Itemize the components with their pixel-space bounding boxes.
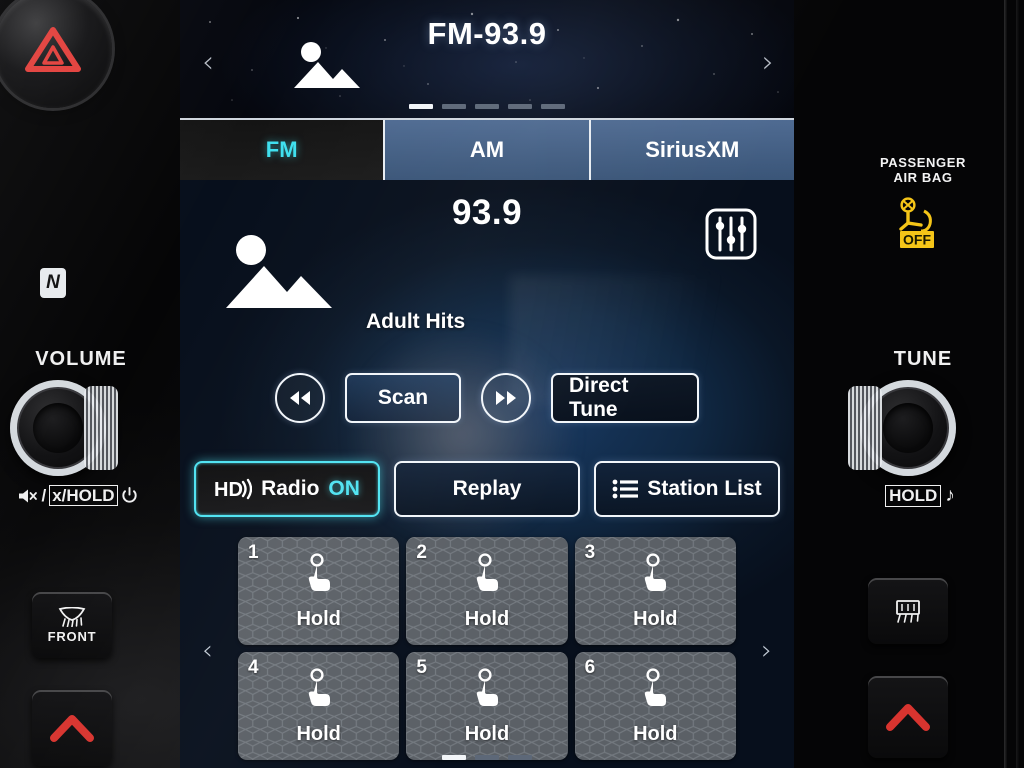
screen-header: ‹ › FM-93.9	[180, 0, 794, 118]
passenger-airbag-off-icon: OFF	[899, 197, 934, 248]
svg-text:OFF: OFF	[903, 231, 931, 247]
power-icon	[121, 487, 137, 503]
front-defrost-label: FRONT	[47, 628, 97, 644]
station-list-button[interactable]: Station List	[594, 461, 780, 517]
tune-hold-label: HOLD	[885, 485, 942, 507]
station-frequency: 93.9	[451, 193, 523, 232]
preset-number: 4	[248, 657, 259, 678]
preset-hold-label: Hold	[296, 723, 341, 745]
station-list-label: Station List	[647, 477, 762, 500]
replay-label: Replay	[452, 477, 522, 500]
airbag-line1: PASSENGER	[879, 155, 967, 170]
right-chevron-button[interactable]	[868, 676, 948, 758]
tab-fm[interactable]: FM	[180, 120, 386, 180]
front-defrost-button[interactable]: FRONT	[32, 592, 112, 658]
rear-defrost-icon	[896, 600, 920, 623]
red-chevron-up-icon	[886, 704, 930, 731]
tab-siriusxm[interactable]: SiriusXM	[590, 120, 794, 180]
volume-hold-label: x/HOLD	[49, 485, 118, 507]
preset-page-indicator	[180, 755, 794, 760]
music-note-icon: ♪	[945, 485, 955, 506]
rear-defrost-button[interactable]	[868, 578, 948, 644]
station-album-art	[224, 230, 334, 319]
airbag-line2: AIR BAG	[893, 170, 953, 186]
tap-hand-icon	[472, 553, 502, 596]
dashboard-bezel: N VOLUME / x/HOLD TUNE HOLD ♪ FRONT PASS…	[0, 0, 1024, 768]
station-genre: Adult Hits	[366, 310, 466, 333]
header-prev-button[interactable]: ‹	[202, 48, 214, 78]
tab-am-label: AM	[469, 137, 505, 162]
equalizer-button[interactable]	[704, 207, 758, 266]
nfc-icon: N	[40, 268, 66, 298]
svg-text:HD: HD	[214, 479, 243, 501]
hd-radio-state: ON	[328, 477, 360, 500]
preset-hold-label: Hold	[296, 608, 341, 630]
preset-button-2[interactable]: 2 Hold	[406, 537, 568, 645]
preset-next-button[interactable]: ›	[761, 635, 772, 666]
header-page-indicator	[180, 104, 794, 109]
preset-button-5[interactable]: 5 Hold	[406, 652, 568, 760]
preset-row: 1 Hold 2 Hold 3 Hold	[238, 537, 736, 645]
tap-hand-icon	[472, 668, 502, 711]
tab-siriusxm-label: SiriusXM	[645, 137, 740, 162]
preset-button-3[interactable]: 3 Hold	[574, 537, 736, 645]
tune-sub-label-group: HOLD ♪	[855, 485, 985, 507]
volume-label: VOLUME	[35, 348, 127, 370]
infotainment-screen: ‹ › FM-93.9 FM AM SiriusXM 93.9 Adult Hi…	[180, 0, 794, 768]
direct-tune-label: Direct Tune	[569, 374, 629, 421]
hd-radio-label: Radio	[261, 477, 320, 500]
tap-hand-icon	[640, 553, 670, 596]
preset-hold-label: Hold	[633, 723, 678, 745]
tap-hand-icon	[640, 668, 670, 711]
preset-number: 6	[584, 657, 596, 678]
preset-prev-button[interactable]: ‹	[202, 635, 213, 666]
preset-number: 3	[584, 542, 596, 563]
preset-grid: 1 Hold 2 Hold 3 Hold 4 Hold 5 Hold 6 Hol…	[180, 537, 794, 767]
replay-button[interactable]: Replay	[394, 461, 580, 517]
hazard-lights-button[interactable]	[0, 0, 112, 108]
red-chevron-up-icon	[50, 715, 94, 742]
passenger-airbag-indicator: PASSENGER AIR BAG OFF	[862, 155, 984, 258]
list-icon	[612, 479, 639, 499]
preset-button-1[interactable]: 1 Hold	[238, 537, 400, 645]
image-placeholder-icon	[226, 235, 332, 308]
left-chevron-button[interactable]	[32, 690, 112, 766]
preset-hold-label: Hold	[464, 723, 510, 745]
volume-knob[interactable]	[10, 380, 118, 476]
preset-row: 4 Hold 5 Hold 6 Hold	[238, 652, 736, 760]
tap-hand-icon	[304, 668, 334, 711]
volume-sub-label-group: / x/HOLD	[8, 485, 148, 507]
page-title: FM-93.9	[427, 16, 547, 51]
front-defrost-icon	[58, 606, 86, 627]
rewind-icon	[290, 391, 310, 405]
tuning-controls-row: Scan Direct Tune	[180, 373, 794, 423]
preset-hold-label: Hold	[464, 608, 510, 630]
hd-radio-icon: HD	[214, 478, 253, 501]
header-next-button[interactable]: ›	[762, 48, 774, 78]
hd-radio-button[interactable]: HD Radio ON	[194, 461, 380, 517]
preset-number: 2	[416, 542, 427, 563]
preset-button-6[interactable]: 6 Hold	[574, 652, 736, 760]
scan-button[interactable]: Scan	[345, 373, 461, 423]
preset-number: 5	[416, 657, 427, 678]
seek-down-button[interactable]	[275, 373, 325, 423]
seek-up-button[interactable]	[481, 373, 531, 423]
hazard-triangle-icon	[25, 27, 81, 72]
scan-label: Scan	[377, 386, 429, 409]
radio-main-panel: 93.9 Adult Hits Scan Direct Tune HD Radi…	[180, 180, 794, 768]
feature-controls-row: HD Radio ON Replay Station List	[180, 461, 794, 517]
speaker-mute-icon	[19, 489, 38, 503]
tab-am[interactable]: AM	[385, 120, 591, 180]
equalizer-sliders-icon	[705, 208, 757, 260]
preset-number: 1	[248, 542, 259, 563]
tap-hand-icon	[304, 553, 334, 596]
preset-button-4[interactable]: 4 Hold	[238, 652, 400, 760]
direct-tune-button[interactable]: Direct Tune	[551, 373, 699, 423]
preset-hold-label: Hold	[633, 608, 678, 630]
tune-knob[interactable]	[848, 380, 956, 476]
band-tabs: FM AM SiriusXM	[180, 118, 794, 180]
tune-label: TUNE	[893, 348, 953, 370]
tab-fm-label: FM	[265, 137, 298, 162]
fast-forward-icon	[496, 391, 516, 405]
